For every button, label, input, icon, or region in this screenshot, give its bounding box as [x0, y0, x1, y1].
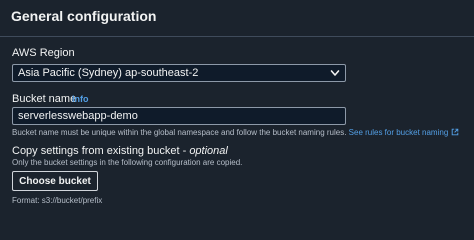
bucket-format-hint: Format: s3://bucket/prefix: [12, 196, 103, 205]
bucket-naming-rules-link[interactable]: See rules for bucket naming: [349, 128, 460, 137]
bucket-name-label: Bucket name: [12, 93, 77, 105]
bucket-name-input[interactable]: [12, 107, 346, 125]
bucket-name-info-link[interactable]: Info: [72, 94, 89, 104]
chevron-down-icon: [330, 70, 340, 76]
general-configuration-panel: General configuration AWS Region Asia Pa…: [0, 0, 474, 215]
panel-header: General configuration: [0, 0, 474, 37]
aws-region-selected-value: Asia Pacific (Sydney) ap-southeast-2: [18, 67, 199, 79]
copy-settings-description: Only the bucket settings in the followin…: [12, 158, 243, 167]
panel-title: General configuration: [11, 8, 157, 24]
copy-settings-label: Copy settings from existing bucket - opt…: [12, 145, 228, 157]
external-link-icon: [451, 128, 459, 136]
aws-region-select[interactable]: Asia Pacific (Sydney) ap-southeast-2: [12, 64, 346, 82]
aws-region-label: AWS Region: [12, 47, 75, 59]
bucket-name-hint-text: Bucket name must be unique within the gl…: [12, 128, 347, 137]
bucket-name-hint: Bucket name must be unique within the gl…: [12, 128, 459, 137]
copy-settings-label-separator: -: [179, 145, 190, 157]
choose-bucket-button[interactable]: Choose bucket: [12, 171, 98, 191]
optional-tag: optional: [189, 145, 228, 157]
copy-settings-label-text: Copy settings from existing bucket: [12, 145, 180, 157]
bucket-naming-rules-link-text[interactable]: See rules for bucket naming: [349, 128, 449, 137]
